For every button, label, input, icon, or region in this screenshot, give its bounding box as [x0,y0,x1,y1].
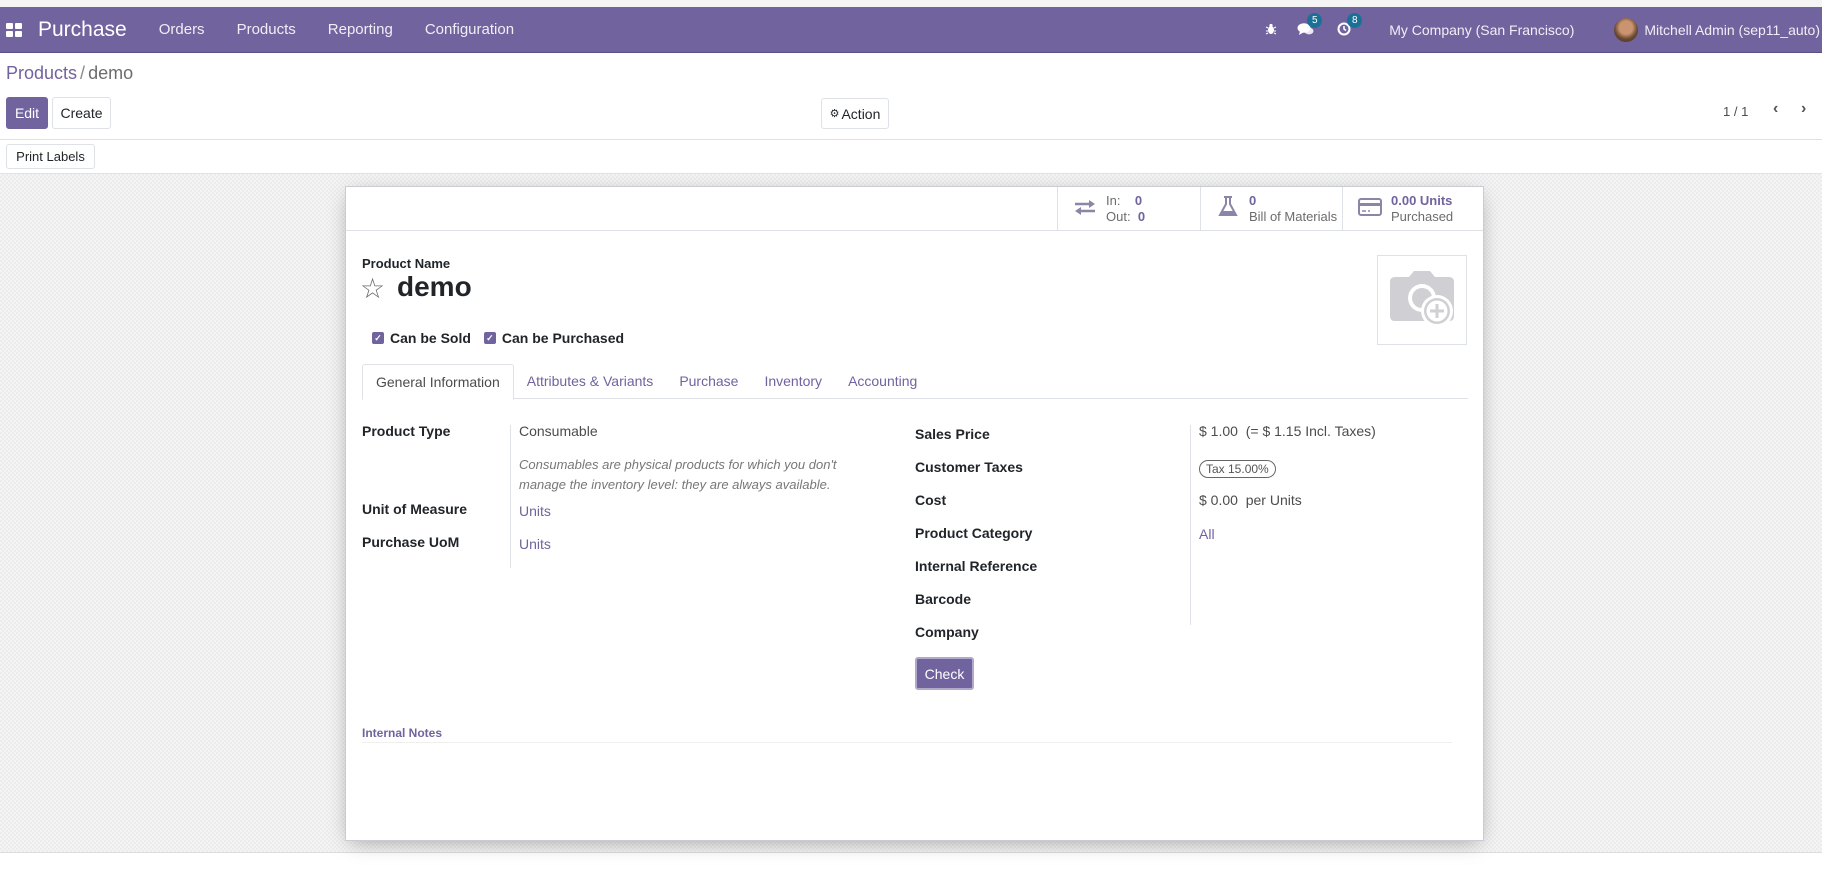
tab-attributes-variants[interactable]: Attributes & Variants [514,364,667,399]
menu-reporting[interactable]: Reporting [328,21,393,38]
debug-bug-icon[interactable] [1265,22,1277,38]
right-group-divider [1190,425,1191,625]
tab-general-information[interactable]: General Information [362,364,514,400]
notebook-tabs: General Information Attributes & Variant… [362,364,1468,400]
smart-buttons-row: In: 0 Out: 0 0 Bill of Materials 0.00 Un… [346,187,1483,231]
form-sheet: In: 0 Out: 0 0 Bill of Materials 0.00 Un… [345,186,1484,841]
breadcrumb-separator: / [80,63,86,83]
product-category-value[interactable]: All [1199,526,1215,542]
in-value: 0 [1134,192,1143,208]
left-group-divider [510,425,511,568]
user-avatar[interactable] [1614,18,1639,42]
product-name: demo [397,271,472,302]
sales-price-incl-taxes: (= $ 1.15 Incl. Taxes) [1245,423,1376,439]
uom-value[interactable]: Units [519,503,551,519]
barcode-label: Barcode [915,591,972,607]
customer-taxes-value[interactable]: Tax 15.00% [1199,460,1276,478]
menu-orders[interactable]: Orders [159,21,205,38]
print-labels-button[interactable]: Print Labels [6,144,95,169]
cost-amount: $ 0.00 [1199,492,1238,508]
purchase-uom-label: Purchase UoM [362,534,460,550]
action-label: Action [841,105,881,122]
camera-add-icon [1390,271,1454,327]
cost-value[interactable]: $ 0.00 per Units [1199,492,1302,508]
sales-price-amount: $ 1.00 [1199,423,1238,439]
control-panel-divider [0,139,1822,140]
can-be-purchased-checkbox[interactable]: ✓ [483,332,496,344]
internal-notes-label: Internal Notes [362,726,443,740]
user-menu[interactable]: Mitchell Admin (sep11_auto) [1644,22,1820,38]
favorite-star-icon[interactable]: ☆ [360,272,385,305]
apps-menu-icon[interactable] [6,22,22,37]
company-label: Company [915,624,979,640]
menu-configuration[interactable]: Configuration [425,21,514,38]
can-be-purchased-label: Can be Purchased [501,330,625,346]
messages-icon[interactable]: 5 [1297,12,1323,39]
purchased-value: 0.00 Units [1391,192,1453,208]
tab-accounting[interactable]: Accounting [835,364,930,399]
purchase-uom-value[interactable]: Units [519,536,551,552]
check-button[interactable]: Check [915,657,974,690]
exchange-arrows-icon [1072,196,1098,222]
activities-clock-icon[interactable]: 8 [1337,12,1363,39]
in-label: In: [1106,192,1121,208]
sales-price-label: Sales Price [915,426,990,442]
purchased-label: Purchased [1391,208,1454,224]
tab-purchase[interactable]: Purchase [666,364,751,399]
uom-label: Unit of Measure [362,501,468,517]
out-value: 0 [1137,208,1146,224]
cost-label: Cost [915,492,947,508]
company-switcher[interactable]: My Company (San Francisco) [1389,22,1574,38]
cost-suffix: per Units [1245,492,1302,508]
breadcrumb-current: demo [88,63,134,83]
product-type-label: Product Type [362,423,451,439]
product-image-placeholder[interactable] [1377,255,1467,345]
app-brand[interactable]: Purchase [38,18,127,42]
flask-icon [1215,195,1241,223]
bill-of-materials-smart-button[interactable]: 0 Bill of Materials [1200,187,1342,230]
top-navbar: Purchase Orders Products Reporting Confi… [0,7,1822,53]
create-button[interactable]: Create [52,97,111,129]
product-type-help: Consumables are physical products for wh… [519,457,837,492]
out-label: Out: [1106,208,1131,224]
internal-notes-separator [362,742,1452,743]
tax-tag[interactable]: Tax 15.00% [1199,460,1276,478]
product-name-label: Product Name [362,256,451,271]
product-category-label: Product Category [915,525,1033,541]
messages-badge: 5 [1307,12,1323,28]
purchased-smart-button[interactable]: 0.00 Units Purchased [1342,187,1484,230]
sales-price-value[interactable]: $ 1.00 (= $ 1.15 Incl. Taxes) [1199,423,1376,439]
credit-card-icon [1357,196,1383,222]
pager-value[interactable]: 1 / 1 [1723,104,1748,119]
pager-next-icon[interactable]: › [1801,100,1806,118]
pager-previous-icon[interactable]: ‹ [1773,100,1778,118]
bom-count: 0 [1249,192,1257,208]
gear-icon: ⚙ [829,108,840,120]
activities-badge: 8 [1347,12,1363,28]
in-out-smart-button[interactable]: In: 0 Out: 0 [1057,187,1200,230]
breadcrumb: Products / demo [6,63,133,84]
can-be-sold-checkbox[interactable]: ✓ [372,332,384,344]
menu-products[interactable]: Products [237,21,296,38]
product-type-value[interactable]: Consumable [519,423,598,439]
checkbox-row: ✓ Can be Sold ✓ Can be Purchased [372,330,637,346]
edit-button[interactable]: Edit [6,97,48,129]
breadcrumb-products-link[interactable]: Products [6,63,77,83]
internal-reference-label: Internal Reference [915,558,1038,574]
bom-label: Bill of Materials [1249,208,1338,224]
can-be-sold-label: Can be Sold [390,330,471,346]
customer-taxes-label: Customer Taxes [915,459,1023,475]
browser-top-strip [0,0,1822,7]
tab-inventory[interactable]: Inventory [751,364,835,399]
action-dropdown-button[interactable]: ⚙ Action [821,98,889,129]
